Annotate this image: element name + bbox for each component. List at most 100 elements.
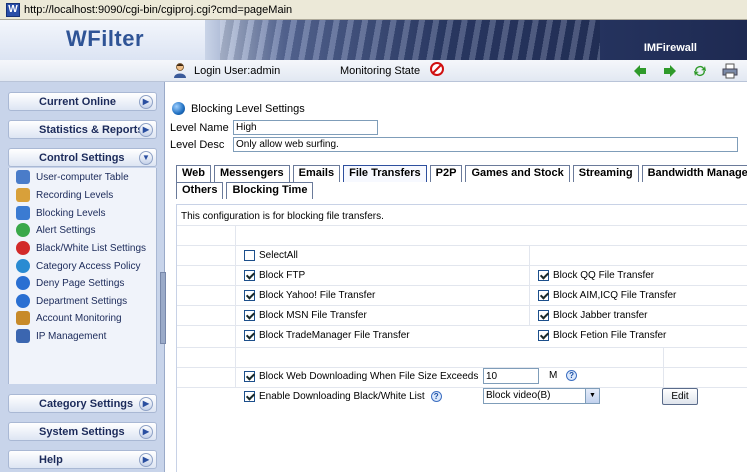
level-name-input[interactable] (233, 120, 378, 135)
expand-arrow-icon[interactable]: ▶ (139, 95, 153, 109)
file-size-input[interactable] (483, 368, 539, 384)
select-value: Block video(B) (486, 390, 551, 401)
checkbox-box[interactable] (538, 310, 549, 321)
checkbox-label: Block Yahoo! File Transfer (259, 290, 376, 301)
sidebar-item-alert-settings[interactable]: Alert Settings (16, 222, 95, 238)
tab-blocking-time[interactable]: Blocking Time (226, 182, 314, 199)
panel-description: This configuration is for blocking file … (181, 211, 384, 222)
expand-arrow-icon[interactable]: ▶ (139, 123, 153, 137)
section-label: Category Settings (39, 398, 134, 410)
wfilter-app-icon: W (6, 2, 20, 17)
sidebar-item-blocking-levels[interactable]: Blocking Levels (16, 205, 105, 221)
user-icon (174, 63, 186, 78)
download-list-select[interactable]: Block video(B) ▼ (483, 388, 600, 404)
section-label: System Settings (39, 426, 125, 438)
section-label: Statistics & Reports (39, 124, 144, 136)
tab-bandwidth-manage[interactable]: Bandwidth Manage (641, 165, 747, 182)
sidebar: Current Online ▶ Statistics & Reports ▶ … (0, 82, 165, 472)
divider (529, 245, 530, 325)
account-icon (16, 311, 30, 325)
checkbox-box[interactable] (244, 250, 255, 261)
edit-button[interactable]: Edit (662, 388, 698, 405)
sidebar-item-label: Department Settings (36, 295, 128, 307)
expand-arrow-icon[interactable]: ▶ (139, 397, 153, 411)
sidebar-item-category-access-policy[interactable]: Category Access Policy (16, 258, 141, 274)
collapse-arrow-icon[interactable]: ▼ (139, 151, 153, 165)
block-ftp-checkbox[interactable]: Block FTP (244, 270, 305, 281)
forward-arrow-icon[interactable] (662, 63, 678, 79)
checkbox-box[interactable] (244, 330, 255, 341)
level-desc-input[interactable] (233, 137, 738, 152)
tab-row-1: Web Messengers Emails File Transfers P2P… (176, 165, 747, 182)
tab-games-and-stock[interactable]: Games and Stock (465, 165, 570, 182)
checkbox-box[interactable] (538, 270, 549, 281)
checkbox-label: Block QQ File Transfer (553, 270, 655, 281)
checkbox-label: Block AIM,ICQ File Transfer (553, 290, 677, 301)
block-trademanager-checkbox[interactable]: Block TradeManager File Transfer (244, 330, 410, 341)
divider (177, 347, 747, 348)
sidebar-item-department-settings[interactable]: Department Settings (16, 293, 127, 309)
department-icon (16, 294, 30, 308)
block-msn-checkbox[interactable]: Block MSN File Transfer (244, 310, 367, 321)
checkbox-label: Block Web Downloading When File Size Exc… (259, 371, 479, 382)
expand-arrow-icon[interactable]: ▶ (139, 453, 153, 467)
checkbox-label: SelectAll (259, 250, 298, 261)
help-icon[interactable]: ? (566, 370, 578, 381)
sidebar-item-ip-management[interactable]: IP Management (16, 328, 106, 344)
tab-others[interactable]: Others (176, 182, 224, 199)
expand-arrow-icon[interactable]: ▶ (139, 425, 153, 439)
block-yahoo-checkbox[interactable]: Block Yahoo! File Transfer (244, 290, 375, 301)
sidebar-section-control-settings[interactable]: Control Settings ▼ (8, 148, 157, 167)
main-panel: Blocking Level Settings Level Name Level… (168, 82, 747, 472)
sidebar-item-account-monitoring[interactable]: Account Monitoring (16, 310, 122, 326)
section-label: Current Online (39, 96, 117, 108)
help-icon[interactable]: ? (430, 391, 442, 402)
sidebar-section-help[interactable]: Help ▶ (8, 450, 157, 469)
checkbox-box[interactable] (244, 290, 255, 301)
sidebar-item-black-white-list[interactable]: Black/White List Settings (16, 240, 146, 256)
chevron-down-icon[interactable]: ▼ (585, 389, 599, 403)
status-bar: Login User:admin Monitoring State (0, 60, 747, 82)
checkbox-label: Block MSN File Transfer (259, 310, 367, 321)
checkbox-box[interactable] (244, 310, 255, 321)
divider (177, 285, 747, 286)
tab-streaming[interactable]: Streaming (572, 165, 639, 182)
monitoring-state-label: Monitoring State (340, 65, 421, 77)
download-list-checkbox[interactable]: Enable Downloading Black/White List ? (244, 391, 442, 402)
sidebar-item-user-computer-table[interactable]: User-computer Table (16, 169, 129, 185)
sidebar-section-statistics-reports[interactable]: Statistics & Reports ▶ (8, 120, 157, 139)
sidebar-section-system-settings[interactable]: System Settings ▶ (8, 422, 157, 441)
address-bar[interactable]: W http://localhost:9090/cgi-bin/cgiproj.… (0, 0, 747, 20)
block-fetion-checkbox[interactable]: Block Fetion File Transfer (538, 330, 666, 341)
list-icon (16, 241, 30, 255)
print-icon[interactable] (722, 63, 738, 79)
tab-file-transfers[interactable]: File Transfers (343, 165, 427, 182)
section-label: Help (39, 454, 63, 466)
size-limit-checkbox[interactable]: Block Web Downloading When File Size Exc… (244, 371, 478, 382)
block-aim-icq-checkbox[interactable]: Block AIM,ICQ File Transfer (538, 290, 676, 301)
stop-icon[interactable] (430, 62, 444, 76)
sidebar-item-recording-levels[interactable]: Recording Levels (16, 187, 113, 203)
tab-emails[interactable]: Emails (292, 165, 341, 182)
checkbox-box[interactable] (244, 391, 255, 402)
tab-web[interactable]: Web (176, 165, 212, 182)
block-qq-checkbox[interactable]: Block QQ File Transfer (538, 270, 654, 281)
checkbox-box[interactable] (244, 270, 255, 281)
checkbox-box[interactable] (244, 371, 255, 382)
sidebar-splitter[interactable] (160, 272, 166, 344)
sidebar-item-deny-page-settings[interactable]: Deny Page Settings (16, 275, 124, 291)
sidebar-section-category-settings[interactable]: Category Settings ▶ (8, 394, 157, 413)
checkbox-box[interactable] (538, 330, 549, 341)
tab-messengers[interactable]: Messengers (214, 165, 290, 182)
sidebar-item-label: Recording Levels (36, 189, 114, 201)
divider (177, 265, 747, 266)
select-all-checkbox[interactable]: SelectAll (244, 250, 298, 261)
sidebar-section-current-online[interactable]: Current Online ▶ (8, 92, 157, 111)
page-title-text: Blocking Level Settings (191, 102, 305, 115)
back-arrow-icon[interactable] (632, 63, 648, 79)
checkbox-box[interactable] (538, 290, 549, 301)
tab-p2p[interactable]: P2P (429, 165, 463, 182)
refresh-icon[interactable] (692, 63, 708, 79)
address-url[interactable]: http://localhost:9090/cgi-bin/cgiproj.cg… (24, 4, 292, 16)
block-jabber-checkbox[interactable]: Block Jabber transfer (538, 310, 648, 321)
